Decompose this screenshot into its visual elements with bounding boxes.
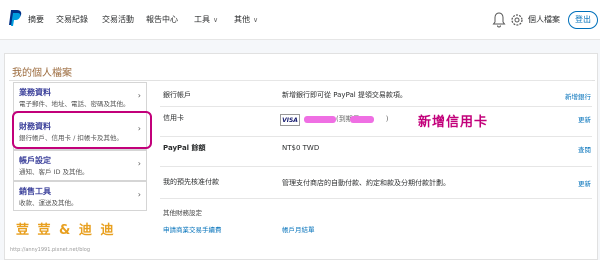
masked-card-number	[304, 116, 336, 123]
nav-reports[interactable]: 報告中心	[146, 14, 178, 25]
credit-card-label: 信用卡	[163, 114, 184, 122]
nav-transactions[interactable]: 交易紀錄	[56, 14, 88, 25]
nav-activity[interactable]: 交易活動	[102, 14, 134, 25]
other-financial-settings-heading: 其他財務設定	[163, 209, 202, 217]
sidebar-item-desc: 收款、運送及其他。	[19, 199, 78, 207]
sidebar-item-business-info[interactable]: 業務資料 電子郵件、地址、電話、密碼及其他。 ›	[13, 82, 147, 112]
update-card-link[interactable]: 更新	[578, 114, 591, 124]
card-expiry-suffix: )	[385, 115, 389, 123]
update-preapproved-link[interactable]: 更新	[578, 178, 591, 188]
annotation-add-credit-card: 新增信用卡	[418, 115, 489, 130]
watermark-text: 荳 荳 & 迪 迪	[16, 223, 116, 238]
merchant-fee-link[interactable]: 申請商業交易手續費	[163, 224, 222, 234]
chevron-right-icon: ›	[137, 159, 141, 168]
add-bank-link[interactable]: 新增銀行	[565, 91, 591, 101]
nav-more[interactable]: 其他 ∨	[234, 14, 258, 25]
divider	[160, 198, 592, 199]
page-title: 我的個人檔案	[12, 68, 72, 79]
sidebar-item-title: 銷售工具	[19, 187, 51, 196]
masked-expiry-date	[350, 116, 374, 123]
gear-icon[interactable]	[510, 12, 524, 28]
sidebar-item-selling-tools[interactable]: 銷售工具 收款、運送及其他。 ›	[13, 181, 147, 211]
preapproved-payments-label: 我的預先核准付款	[163, 178, 219, 186]
nav-summary[interactable]: 摘要	[28, 14, 44, 25]
blog-watermark: 荳 荳 & 迪 迪 http://anny1991.pixnet.net/blo…	[8, 216, 128, 258]
chevron-right-icon: ›	[137, 190, 141, 199]
visa-card-icon: VISA	[280, 114, 300, 126]
sidebar-item-account-settings[interactable]: 帳戶設定 通知、客戶 ID 及其他。 ›	[13, 150, 147, 181]
chevron-down-icon: ∨	[253, 16, 259, 24]
chevron-down-icon: ∨	[213, 16, 219, 24]
selection-highlight	[12, 111, 152, 149]
logout-button[interactable]: 登出	[568, 11, 598, 29]
account-link[interactable]: 個人檔案	[528, 14, 560, 25]
nav-tools[interactable]: 工具 ∨	[194, 14, 218, 25]
bell-icon[interactable]	[492, 12, 506, 28]
chevron-right-icon: ›	[137, 91, 141, 100]
divider	[160, 106, 592, 107]
sidebar-item-desc: 通知、客戶 ID 及其他。	[19, 168, 89, 176]
paypal-balance-value: NT$0 TWD	[282, 144, 320, 152]
monthly-statement-link[interactable]: 帳戶月結單	[282, 224, 315, 234]
divider	[160, 80, 592, 81]
paypal-logo[interactable]	[8, 9, 22, 29]
sidebar-item-desc: 電子郵件、地址、電話、密碼及其他。	[19, 100, 130, 108]
watermark-url: http://anny1991.pixnet.net/blog	[10, 247, 90, 253]
divider	[160, 166, 592, 167]
nav-tools-label: 工具	[194, 15, 210, 24]
bank-account-desc: 新增銀行即可從 PayPal 提領交易款項。	[282, 91, 407, 99]
bank-account-label: 銀行帳戶	[163, 91, 191, 99]
paypal-balance-label: PayPal 餘額	[163, 144, 206, 152]
sidebar-item-title: 業務資料	[19, 88, 51, 97]
preapproved-payments-desc: 管理支付商店的自動付款、約定和款及分期付款計劃。	[282, 179, 450, 187]
view-balance-link[interactable]: 查閱	[578, 144, 591, 154]
nav-more-label: 其他	[234, 15, 250, 24]
divider	[160, 136, 592, 137]
top-nav: 摘要 交易紀錄 交易活動 報告中心 工具 ∨ 其他 ∨ 個人檔案 登出	[0, 0, 600, 40]
sidebar-item-title: 帳戶設定	[19, 156, 51, 165]
